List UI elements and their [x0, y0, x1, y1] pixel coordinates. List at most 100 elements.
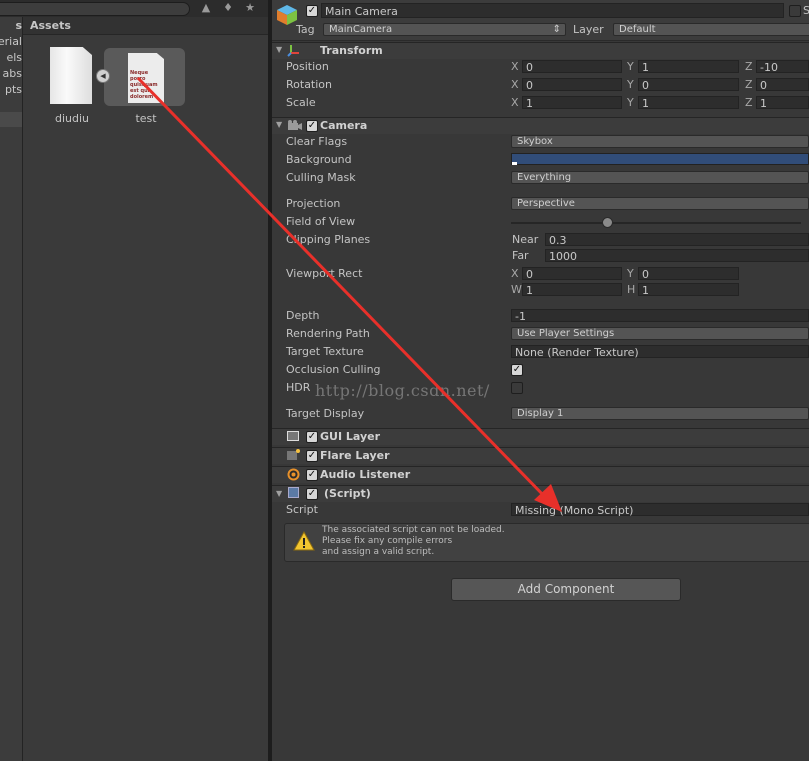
axis-y-label: Y — [627, 267, 634, 280]
gui-layer-icon — [287, 431, 299, 441]
layer-label: Layer — [573, 23, 604, 36]
updown-arrow-icon: ⇕ — [552, 24, 561, 35]
transform-icon — [287, 45, 299, 57]
tree-favorites-label: s — [15, 19, 22, 32]
target-display-dropdown[interactable]: Display 1 — [511, 407, 809, 420]
foldout-arrow-icon[interactable]: ▼ — [276, 120, 282, 129]
hdr-checkbox[interactable] — [511, 382, 523, 394]
audio-listener-title: Audio Listener — [320, 468, 411, 481]
axis-z-label: Z — [745, 60, 753, 73]
tag-dropdown[interactable]: MainCamera ⇕ — [323, 23, 566, 36]
occlusion-culling-checkbox[interactable]: ✓ — [511, 364, 523, 376]
rendering-path-dropdown[interactable]: Use Player Settings — [511, 327, 809, 340]
scale-x-field[interactable]: 1 — [522, 96, 622, 110]
static-checkbox[interactable] — [789, 5, 801, 17]
axis-y-label: Y — [627, 78, 634, 91]
clear-flags-label: Clear Flags — [286, 135, 348, 148]
warning-text: The associated script can not be loaded.… — [322, 525, 505, 557]
viewport-x-field[interactable]: 0 — [522, 267, 622, 281]
culling-mask-dropdown[interactable]: Everything — [511, 171, 809, 184]
axis-x-label: X — [511, 96, 519, 109]
camera-title: Camera — [320, 119, 368, 132]
camera-icon — [288, 120, 302, 130]
favorite-star-icon[interactable]: ★ — [243, 1, 257, 15]
camera-enabled-checkbox[interactable]: ✓ — [306, 120, 318, 132]
rotation-label: Rotation — [286, 78, 333, 91]
target-display-label: Target Display — [286, 407, 365, 420]
gameobject-active-checkbox[interactable]: ✓ — [306, 5, 318, 17]
viewport-h-field[interactable]: 1 — [638, 283, 739, 297]
text-file-icon[interactable] — [50, 47, 92, 104]
script-enabled-checkbox[interactable]: ✓ — [306, 488, 318, 500]
position-label: Position — [286, 60, 329, 73]
viewport-y-field[interactable]: 0 — [638, 267, 739, 281]
culling-mask-label: Culling Mask — [286, 171, 356, 184]
flare-layer-icon — [287, 451, 297, 460]
script-icon — [288, 487, 299, 498]
scale-z-field[interactable]: 1 — [756, 96, 809, 110]
filter-by-type-icon[interactable]: ▲ — [199, 1, 213, 15]
watermark: http://blog.csdn.net/ — [315, 381, 490, 400]
scale-label: Scale — [286, 96, 316, 109]
scale-y-field[interactable]: 1 — [638, 96, 739, 110]
axis-h-label: H — [627, 283, 636, 296]
foldout-arrow-icon[interactable]: ▼ — [276, 45, 282, 54]
gui-layer-checkbox[interactable]: ✓ — [306, 431, 318, 443]
asset-label-test: test — [135, 112, 157, 125]
script-field[interactable]: Missing (Mono Script) — [511, 503, 809, 517]
tree-item-prefabs[interactable]: abs — [0, 67, 22, 80]
audio-listener-checkbox[interactable]: ✓ — [306, 469, 318, 481]
position-z-field[interactable]: -10 — [756, 60, 809, 74]
flare-layer-checkbox[interactable]: ✓ — [306, 450, 318, 462]
target-texture-field[interactable]: None (Render Texture) — [511, 345, 809, 359]
target-texture-label: Target Texture — [286, 345, 364, 358]
static-label: S — [803, 4, 809, 17]
add-component-button[interactable]: Add Component — [451, 578, 681, 601]
flare-layer-title: Flare Layer — [320, 449, 390, 462]
rendering-path-label: Rendering Path — [286, 327, 370, 340]
background-color-swatch[interactable] — [511, 153, 809, 165]
axis-x-label: X — [511, 60, 519, 73]
projection-dropdown[interactable]: Perspective — [511, 197, 809, 210]
gameobject-name-field[interactable]: Main Camera — [321, 3, 784, 18]
rotation-y-field[interactable]: 0 — [638, 78, 739, 92]
expand-arrow-icon[interactable]: ◀ — [96, 69, 110, 83]
assets-breadcrumb[interactable]: Assets — [30, 19, 71, 32]
filter-by-label-icon[interactable]: ♦ — [221, 1, 235, 15]
tree-item-materials[interactable]: erial — [0, 35, 22, 48]
occlusion-culling-label: Occlusion Culling — [286, 363, 381, 376]
position-y-field[interactable]: 1 — [638, 60, 739, 74]
axis-x-label: X — [511, 267, 519, 280]
fov-slider-thumb[interactable] — [602, 217, 613, 228]
warning-icon — [293, 531, 315, 551]
gameobject-cube-icon — [277, 5, 297, 25]
audio-listener-icon — [287, 468, 300, 481]
tag-label: Tag — [296, 23, 315, 36]
search-input[interactable] — [0, 2, 190, 16]
tree-item-selected[interactable] — [0, 112, 22, 127]
script-title: (Script) — [324, 487, 371, 500]
clipping-planes-label: Clipping Planes — [286, 233, 371, 246]
axis-z-label: Z — [745, 96, 753, 109]
layer-dropdown[interactable]: Default — [613, 23, 809, 36]
viewport-w-field[interactable]: 1 — [522, 283, 622, 297]
transform-title: Transform — [320, 44, 383, 57]
rotation-x-field[interactable]: 0 — [522, 78, 622, 92]
position-x-field[interactable]: 0 — [522, 60, 622, 74]
alpha-bar — [512, 162, 517, 165]
rotation-z-field[interactable]: 0 — [756, 78, 809, 92]
axis-y-label: Y — [627, 96, 634, 109]
axis-x-label: X — [511, 78, 519, 91]
depth-field[interactable]: -1 — [511, 309, 809, 323]
tree-item-scripts[interactable]: pts — [0, 83, 22, 96]
foldout-arrow-icon[interactable]: ▼ — [276, 489, 282, 498]
flare-spark-icon — [296, 449, 300, 453]
near-label: Near — [512, 233, 539, 246]
near-field[interactable]: 0.3 — [545, 233, 809, 247]
clear-flags-dropdown[interactable]: Skybox — [511, 135, 809, 148]
asset-label-diudiu: diudiu — [54, 112, 90, 125]
viewport-rect-label: Viewport Rect — [286, 267, 363, 280]
far-field[interactable]: 1000 — [545, 249, 809, 263]
fov-slider-track[interactable] — [511, 222, 801, 224]
tree-item-models[interactable]: els — [0, 51, 22, 64]
